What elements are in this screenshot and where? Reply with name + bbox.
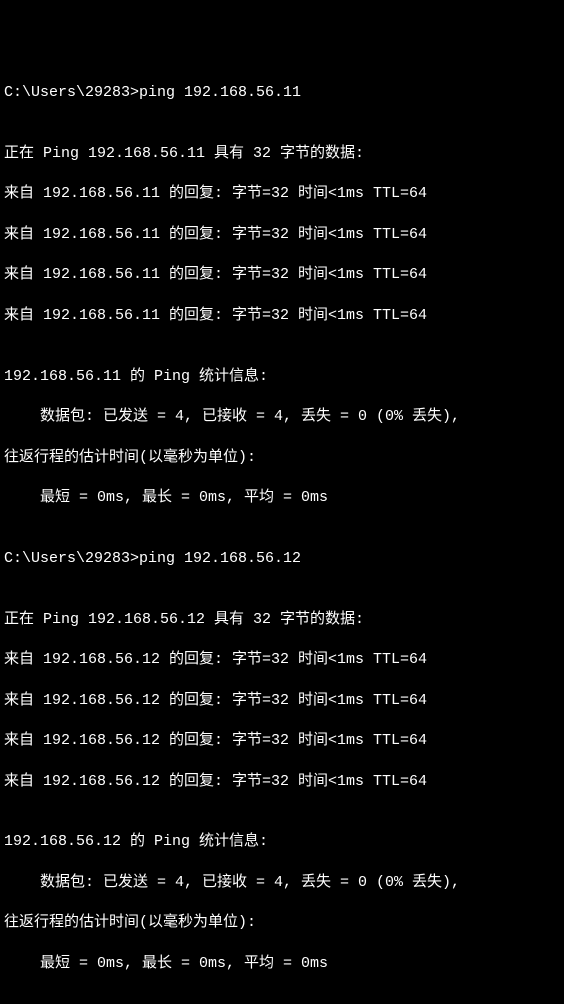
- ping-reply: 来自 192.168.56.11 的回复: 字节=32 时间<1ms TTL=6…: [4, 306, 560, 326]
- ping-rtt: 最短 = 0ms, 最长 = 0ms, 平均 = 0ms: [4, 954, 560, 974]
- ping-reply: 来自 192.168.56.12 的回复: 字节=32 时间<1ms TTL=6…: [4, 650, 560, 670]
- ping-rtt: 最短 = 0ms, 最长 = 0ms, 平均 = 0ms: [4, 488, 560, 508]
- command-input: ping 192.168.56.12: [139, 550, 301, 567]
- ping-header: 正在 Ping 192.168.56.11 具有 32 字节的数据:: [4, 144, 560, 164]
- prompt: C:\Users\29283>: [4, 550, 139, 567]
- ping-reply: 来自 192.168.56.11 的回复: 字节=32 时间<1ms TTL=6…: [4, 225, 560, 245]
- ping-reply: 来自 192.168.56.12 的回复: 字节=32 时间<1ms TTL=6…: [4, 772, 560, 792]
- ping-packets: 数据包: 已发送 = 4, 已接收 = 4, 丢失 = 0 (0% 丢失),: [4, 873, 560, 893]
- ping-header: 正在 Ping 192.168.56.12 具有 32 字节的数据:: [4, 610, 560, 630]
- prompt: C:\Users\29283>: [4, 84, 139, 101]
- ping-reply: 来自 192.168.56.11 的回复: 字节=32 时间<1ms TTL=6…: [4, 265, 560, 285]
- command-line-1[interactable]: C:\Users\29283>ping 192.168.56.11: [4, 83, 560, 103]
- ping-rtt-header: 往返行程的估计时间(以毫秒为单位):: [4, 913, 560, 933]
- ping-rtt-header: 往返行程的估计时间(以毫秒为单位):: [4, 448, 560, 468]
- ping-reply: 来自 192.168.56.12 的回复: 字节=32 时间<1ms TTL=6…: [4, 691, 560, 711]
- ping-reply: 来自 192.168.56.11 的回复: 字节=32 时间<1ms TTL=6…: [4, 184, 560, 204]
- command-input: ping 192.168.56.11: [139, 84, 301, 101]
- ping-stats-header: 192.168.56.12 的 Ping 统计信息:: [4, 832, 560, 852]
- ping-packets: 数据包: 已发送 = 4, 已接收 = 4, 丢失 = 0 (0% 丢失),: [4, 407, 560, 427]
- ping-stats-header: 192.168.56.11 的 Ping 统计信息:: [4, 367, 560, 387]
- ping-reply: 来自 192.168.56.12 的回复: 字节=32 时间<1ms TTL=6…: [4, 731, 560, 751]
- command-line-2[interactable]: C:\Users\29283>ping 192.168.56.12: [4, 549, 560, 569]
